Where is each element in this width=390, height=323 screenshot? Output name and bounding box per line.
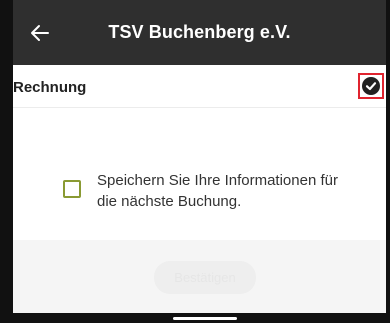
save-info-label: Speichern Sie Ihre Informationen für die…: [97, 172, 338, 210]
invoice-section-row: Rechnung: [13, 65, 386, 108]
screen: TSV Buchenberg e.V. Rechnung Speichern S…: [0, 0, 390, 323]
device-frame-left: [0, 0, 13, 323]
save-info-row: Speichern Sie Ihre Informationen für die…: [63, 170, 356, 212]
confirm-button[interactable]: Bestätigen: [154, 261, 256, 294]
device-frame-right: [386, 0, 390, 323]
check-circle-icon: [362, 77, 380, 95]
section-label: Rechnung: [13, 79, 87, 96]
invoice-select-button[interactable]: [358, 73, 384, 99]
page-title: TSV Buchenberg e.V.: [108, 22, 291, 42]
system-nav-bar: [13, 313, 386, 323]
save-info-checkbox[interactable]: [63, 180, 81, 198]
app-content: TSV Buchenberg e.V. Rechnung Speichern S…: [13, 0, 386, 323]
home-indicator[interactable]: [173, 317, 237, 320]
app-header: TSV Buchenberg e.V.: [13, 0, 386, 65]
